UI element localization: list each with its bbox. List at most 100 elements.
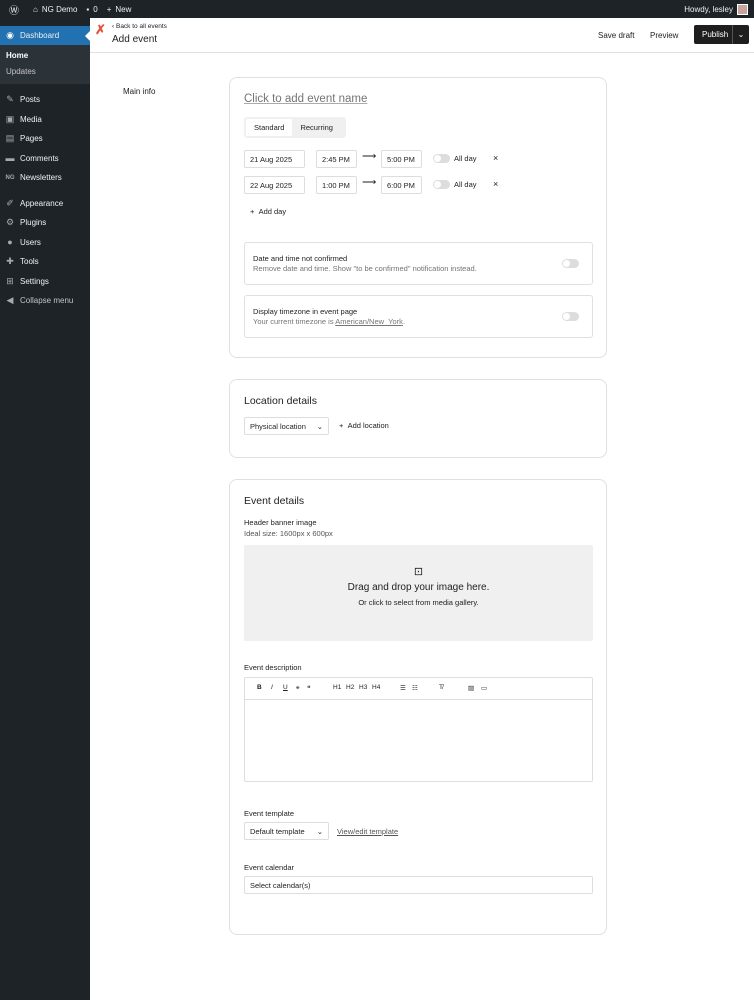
not-confirmed-toggle[interactable] — [562, 259, 579, 268]
arrow-right-icon: ⟶ — [362, 151, 377, 162]
end-time-field[interactable]: 5:00 PM — [381, 150, 422, 168]
h3-button[interactable]: H3 — [359, 684, 367, 691]
quote-icon[interactable]: ❝ — [307, 684, 311, 692]
all-day-toggle[interactable] — [433, 154, 450, 163]
sidebar-item-settings[interactable]: ⊞ Settings — [0, 272, 90, 292]
tab-standard[interactable]: Standard — [246, 119, 293, 136]
description-label: Event description — [244, 663, 302, 672]
end-time-field[interactable]: 6:00 PM — [381, 176, 422, 194]
wordpress-logo-icon[interactable]: Ⓦ — [9, 2, 19, 17]
timezone-desc: Your current timezone is American/New_Yo… — [253, 317, 406, 326]
wrench-icon: ✚ — [6, 256, 14, 267]
dashboard-submenu: Home Updates — [0, 45, 90, 84]
view-template-link[interactable]: View/edit template — [337, 827, 398, 836]
chevron-down-icon: ⌄ — [316, 422, 323, 431]
all-day-label: All day — [454, 154, 477, 163]
dashboard-icon: ◉ — [6, 30, 14, 40]
event-name-input[interactable]: Click to add event name — [244, 93, 367, 105]
plus-icon: + — [339, 421, 348, 430]
sidebar-item-pages[interactable]: ▤ Pages — [0, 129, 90, 149]
sidebar-item-media[interactable]: ▣ Media — [0, 110, 90, 130]
brush-icon: ✐ — [6, 197, 14, 208]
sidebar-item-home[interactable]: Home — [0, 48, 90, 64]
clear-format-icon[interactable]: T̸ — [439, 684, 443, 691]
event-details-title: Event details — [244, 495, 305, 507]
account-menu[interactable]: Howdy, lesley — [684, 0, 748, 18]
home-icon: ⌂ — [33, 4, 38, 14]
underline-button[interactable]: U — [283, 684, 288, 691]
publish-button[interactable]: Publish — [694, 30, 732, 39]
close-icon[interactable]: × — [493, 179, 498, 189]
h2-button[interactable]: H2 — [346, 684, 354, 691]
calendar-select[interactable]: Select calendar(s) — [244, 876, 593, 894]
plugin-icon: ⚙ — [5, 217, 15, 228]
collapse-icon: ◀ — [6, 295, 14, 306]
tab-recurring[interactable]: Recurring — [292, 119, 341, 136]
sidebar-item-plugins[interactable]: ⚙ Plugins — [0, 213, 90, 233]
comment-icon: ▪ — [86, 4, 90, 14]
date-field[interactable]: 22 Aug 2025 — [244, 176, 305, 194]
media-icon: ▣ — [5, 113, 15, 124]
timezone-toggle[interactable] — [562, 312, 579, 321]
not-confirmed-desc: Remove date and time. Show "to be confir… — [253, 264, 477, 273]
main-info-card: Click to add event name Standard Recurri… — [229, 77, 607, 358]
numbered-list-icon[interactable]: ☷ — [412, 684, 418, 692]
comments-link[interactable]: ▪ 0 — [86, 5, 97, 14]
plus-icon: + — [106, 4, 112, 14]
sidebar-item-tools[interactable]: ✚ Tools — [0, 252, 90, 272]
page-title: Add event — [112, 34, 158, 45]
sidebar-item-users[interactable]: ● Users — [0, 233, 90, 253]
settings-icon: ⊞ — [6, 275, 14, 286]
add-day-button[interactable]: + Add day — [250, 207, 286, 216]
bullet-list-icon[interactable]: ☰ — [400, 684, 406, 692]
admin-sidebar: ◉ Dashboard Home Updates ✎ Posts ▣ Media ▤ P… — [0, 18, 90, 1000]
timezone-link[interactable]: American/New_York — [335, 317, 403, 326]
location-card: Location details Physical location ⌄ + Ad… — [229, 379, 607, 458]
h1-button[interactable]: H1 — [333, 684, 341, 691]
collapse-menu-button[interactable]: ◀ Collapse menu — [0, 291, 90, 311]
chevron-down-icon[interactable]: ⌄ — [732, 25, 749, 44]
sidebar-item-dashboard[interactable]: ◉ Dashboard — [0, 26, 90, 45]
date-field[interactable]: 21 Aug 2025 — [244, 150, 305, 168]
user-icon: ● — [7, 237, 13, 248]
sidebar-item-comments[interactable]: ▬ Comments — [0, 149, 90, 169]
sidebar-item-newsletters[interactable]: NG Newsletters — [0, 168, 90, 188]
not-confirmed-option: Date and time not confirmed Remove date … — [244, 242, 593, 285]
sidebar-item-updates[interactable]: Updates — [0, 64, 90, 80]
dropzone-title: Drag and drop your image here. — [347, 582, 490, 593]
avatar — [737, 3, 748, 15]
add-location-button[interactable]: + Add location — [339, 421, 389, 430]
h4-button[interactable]: H4 — [372, 684, 380, 691]
image-dropzone[interactable]: ⊡ Drag and drop your image here. Or clic… — [244, 545, 593, 641]
save-draft-button[interactable]: Save draft — [598, 27, 634, 44]
new-content-link[interactable]: + New — [107, 5, 132, 14]
chevron-down-icon: ⌄ — [316, 827, 323, 836]
timezone-option: Display timezone in event page Your curr… — [244, 295, 593, 338]
sidebar-item-appearance[interactable]: ✐ Appearance — [0, 194, 90, 214]
event-details-card: Event details Header banner image Ideal … — [229, 479, 607, 935]
pages-icon: ▤ — [5, 133, 15, 144]
sidebar-item-posts[interactable]: ✎ Posts — [0, 90, 90, 110]
location-title: Location details — [244, 395, 317, 407]
back-link[interactable]: ‹ Back to all events — [112, 23, 167, 30]
location-type-select[interactable]: Physical location ⌄ — [244, 417, 329, 435]
template-select[interactable]: Default template ⌄ — [244, 822, 329, 840]
embed-icon[interactable]: ▭ — [481, 684, 487, 692]
start-time-field[interactable]: 2:45 PM — [316, 150, 357, 168]
arrow-right-icon: ⟶ — [362, 177, 377, 188]
comment-icon: ▬ — [5, 153, 15, 164]
image-icon[interactable]: ▨ — [468, 684, 474, 692]
start-time-field[interactable]: 1:00 PM — [316, 176, 357, 194]
description-editor[interactable]: B I U ⚭ ❝ H1 H2 H3 H4 ☰ ☷ T̸ ▨ ▭ — [244, 677, 593, 782]
timezone-title: Display timezone in event page — [253, 307, 358, 316]
preview-button[interactable]: Preview — [650, 27, 678, 44]
italic-button[interactable]: I — [271, 684, 273, 691]
all-day-label: All day — [454, 180, 477, 189]
link-icon[interactable]: ⚭ — [295, 684, 300, 692]
all-day-toggle[interactable] — [433, 180, 450, 189]
close-icon[interactable]: × — [493, 153, 498, 163]
bold-button[interactable]: B — [257, 684, 262, 691]
banner-size-hint: Ideal size: 1600px x 600px — [244, 529, 333, 538]
site-name-link[interactable]: ⌂ NG Demo — [33, 5, 77, 14]
calendar-label: Event calendar — [244, 863, 295, 872]
